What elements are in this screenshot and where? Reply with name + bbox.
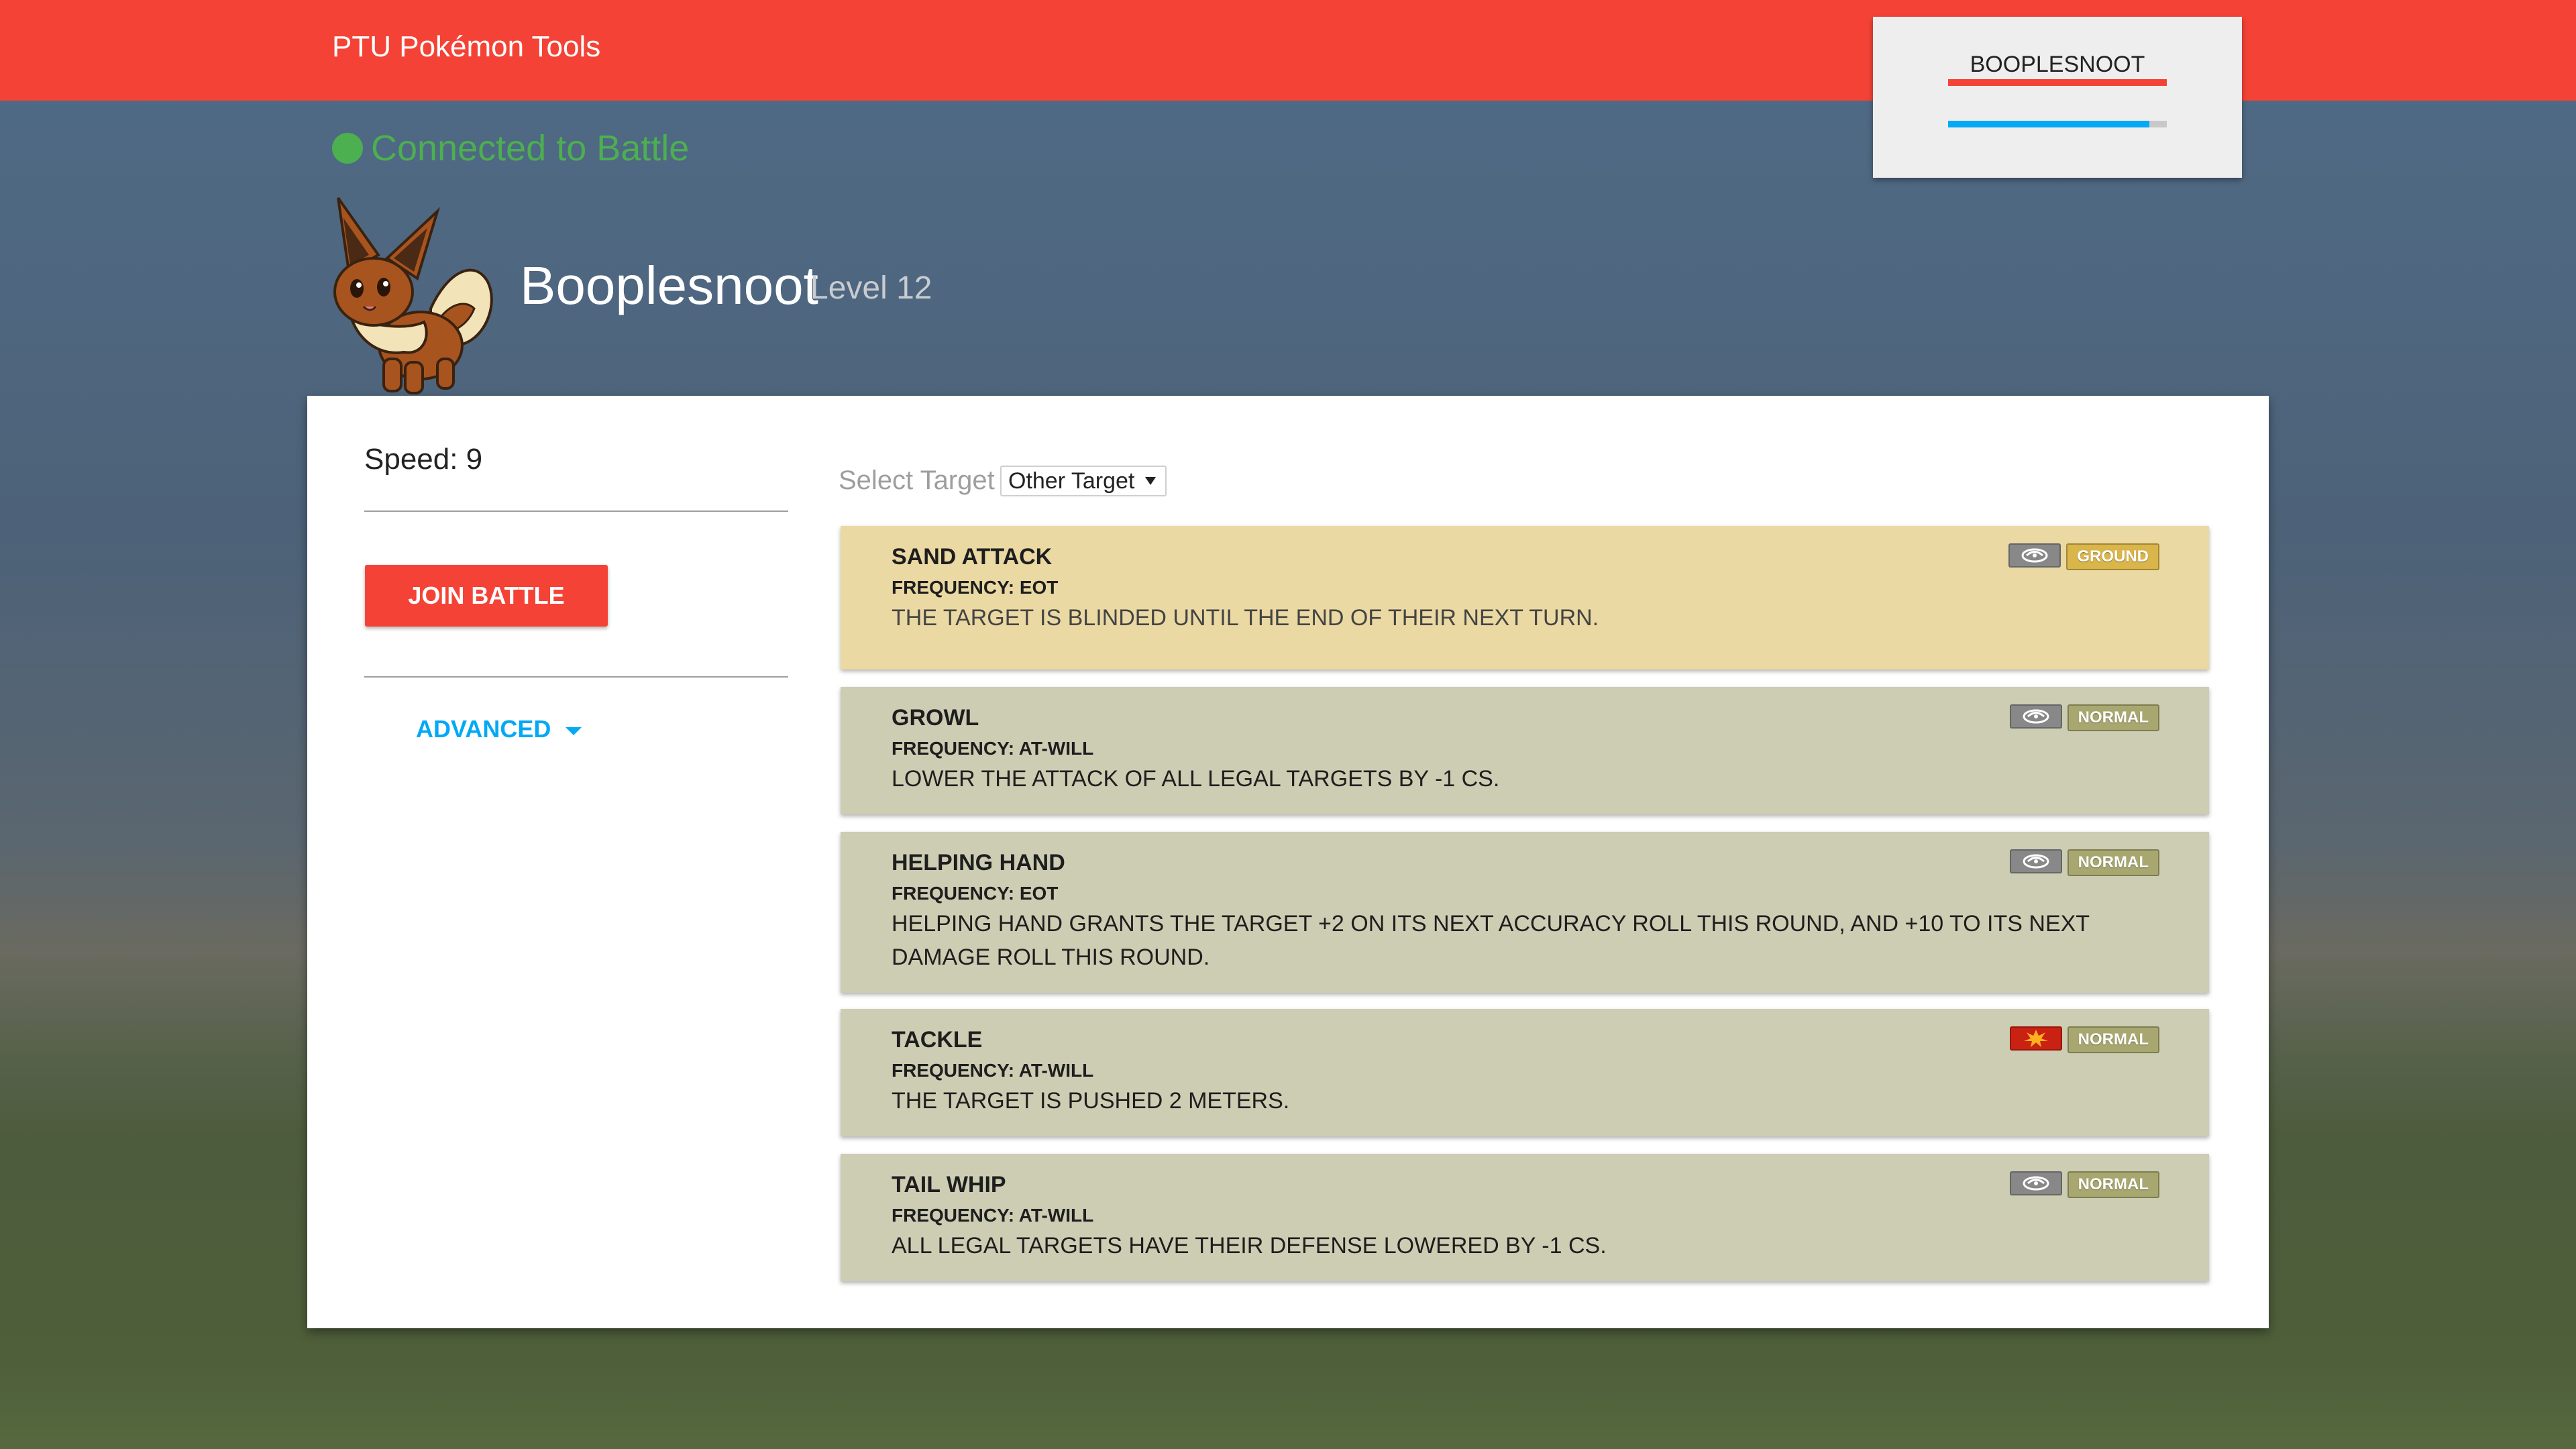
pokemon-status-card: BOOPLESNOOT xyxy=(1873,17,2242,178)
exp-bar-track xyxy=(1948,121,2167,127)
move-card-tackle[interactable]: TACKLE FREQUENCY: AT-WILL The target is … xyxy=(841,1009,2209,1136)
status-card-name: BOOPLESNOOT xyxy=(1970,52,2145,77)
move-tags: NORMAL xyxy=(2009,704,2159,731)
pokemon-name: Booplesnoot xyxy=(520,256,818,315)
move-frequency: FREQUENCY: EOT xyxy=(892,883,1059,904)
move-description: Lower the Attack of all legal targets by… xyxy=(892,766,1500,792)
type-badge: NORMAL xyxy=(2067,1171,2159,1198)
move-card-helping-hand[interactable]: HELPING HAND FREQUENCY: EOT Helping Hand… xyxy=(841,832,2209,993)
advanced-label: ADVANCED xyxy=(416,715,551,743)
move-tags: NORMAL xyxy=(2009,1026,2159,1053)
hp-bar xyxy=(1948,79,2167,86)
main-panel: Speed: 9 JOIN BATTLE ADVANCED Select Tar… xyxy=(307,396,2269,1328)
status-dot-icon xyxy=(332,133,363,164)
dropdown-arrow-icon xyxy=(1145,477,1156,485)
move-frequency: FREQUENCY: AT-WILL xyxy=(892,738,1094,759)
status-icon xyxy=(2009,849,2062,873)
move-name: SAND ATTACK xyxy=(892,544,1053,570)
select-target-label: Select Target xyxy=(839,466,995,495)
move-name: TACKLE xyxy=(892,1027,983,1053)
join-battle-button[interactable]: JOIN BATTLE xyxy=(365,565,608,627)
move-tags: GROUND xyxy=(2008,543,2159,570)
type-badge: GROUND xyxy=(2066,543,2159,570)
type-badge: NORMAL xyxy=(2067,1026,2159,1053)
move-frequency: FREQUENCY: AT-WILL xyxy=(892,1060,1094,1081)
move-card-growl[interactable]: GROWL FREQUENCY: AT-WILL Lower the Attac… xyxy=(841,687,2209,814)
move-frequency: FREQUENCY: AT-WILL xyxy=(892,1205,1094,1226)
status-text: Connected to Battle xyxy=(371,128,690,168)
physical-icon xyxy=(2009,1026,2062,1051)
status-icon xyxy=(2008,543,2061,568)
type-badge: NORMAL xyxy=(2067,704,2159,731)
move-description: The target is pushed 2 meters. xyxy=(892,1088,1290,1114)
move-description: The target is blinded until the end of t… xyxy=(892,605,1599,631)
type-badge: NORMAL xyxy=(2067,849,2159,876)
chevron-down-icon xyxy=(566,727,582,735)
pokemon-level: Level 12 xyxy=(810,270,932,306)
move-tags: NORMAL xyxy=(2009,849,2159,876)
target-select-value: Other Target xyxy=(1008,468,1135,494)
speed-stat: Speed: 9 xyxy=(364,443,483,476)
target-select[interactable]: Other Target xyxy=(1000,466,1167,496)
move-card-sand-attack[interactable]: SAND ATTACK FREQUENCY: EOT The target is… xyxy=(841,526,2209,669)
move-tags: NORMAL xyxy=(2009,1171,2159,1198)
exp-bar-fill xyxy=(1948,121,2149,127)
status-icon xyxy=(2009,704,2062,729)
connection-status: Connected to Battle xyxy=(332,127,689,169)
advanced-toggle[interactable]: ADVANCED xyxy=(416,715,582,743)
move-description: Helping Hand grants the target +2 on its… xyxy=(892,911,2090,970)
eevee-sprite-icon xyxy=(333,197,493,394)
move-name: TAIL WHIP xyxy=(892,1172,1006,1197)
status-icon xyxy=(2009,1171,2062,1195)
divider xyxy=(364,511,788,512)
move-name: GROWL xyxy=(892,705,979,731)
app-title[interactable]: PTU Pokémon Tools xyxy=(332,30,600,64)
divider xyxy=(364,676,788,678)
move-description: All legal targets have their Defense low… xyxy=(892,1233,1607,1258)
move-name: HELPING HAND xyxy=(892,850,1065,875)
move-card-tail-whip[interactable]: TAIL WHIP FREQUENCY: AT-WILL All legal t… xyxy=(841,1154,2209,1281)
move-frequency: FREQUENCY: EOT xyxy=(892,577,1059,598)
